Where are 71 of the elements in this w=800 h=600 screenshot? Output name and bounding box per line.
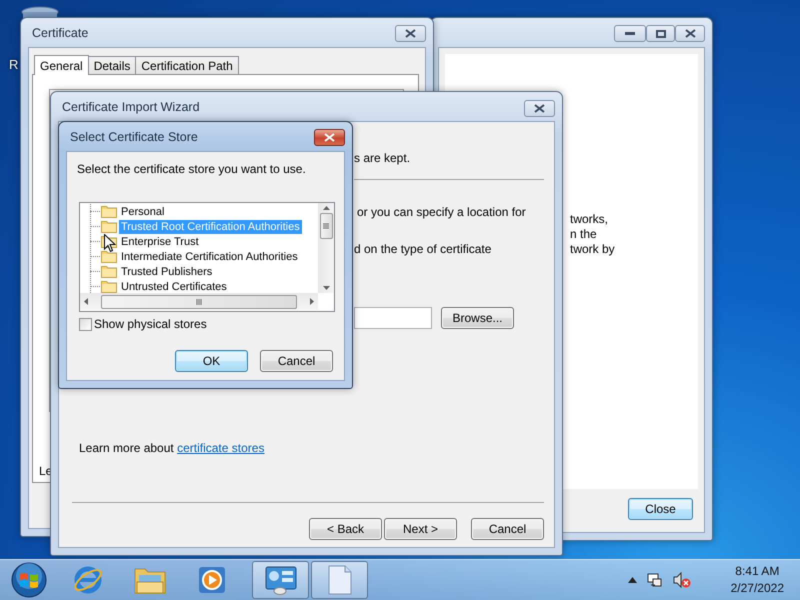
folder-icon [101,280,117,293]
learn-more-text: Learn more about certificate stores [79,441,266,455]
grip-icon [323,222,329,230]
checkbox[interactable] [79,318,92,330]
close-button[interactable] [395,25,426,42]
folder-icon [101,220,117,233]
input-field[interactable] [354,307,432,329]
tab[interactable]: Certification Path [135,56,239,74]
checkbox-label: Show physical stores [94,317,207,331]
browser-icon [73,565,103,595]
certificate-stores-link[interactable]: certificate stores [177,441,264,455]
body-text: or you can specify a location for [357,205,527,219]
store-item[interactable]: Trusted Publishers [119,264,214,278]
store-item[interactable]: Untrusted Certificates [119,280,229,293]
start-orb-icon [11,562,47,598]
taskbar-button[interactable] [252,561,309,599]
show-hidden-icons-icon[interactable] [628,577,637,583]
store-item[interactable]: Personal [119,204,166,218]
scroll-up-icon[interactable] [322,206,330,210]
minimize-icon [625,32,635,36]
close-icon [324,133,335,142]
dialog-title: Select Certificate Store [69,130,198,144]
tab[interactable]: General [34,55,89,75]
vertical-scrollbar[interactable] [318,203,334,293]
store-item[interactable]: Intermediate Certification Authorities [119,250,300,264]
browse-button[interactable]: Browse... [441,307,514,329]
muted-speaker-icon[interactable] [672,572,691,588]
scroll-thumb[interactable] [320,213,332,239]
clock[interactable]: 8:41 AM 2/27/2022 [730,563,784,597]
body-text: tworks, [570,212,610,227]
close-button[interactable] [675,25,705,42]
cancel-button[interactable]: Cancel [471,518,544,540]
window-title: Certificate [31,26,88,40]
minimize-button[interactable] [614,25,646,42]
scroll-left-icon[interactable] [84,298,88,305]
body-text: d on the type of certificate [354,242,492,256]
scroll-right-icon[interactable] [310,298,314,305]
tab[interactable]: Details [88,56,136,74]
network-icon[interactable] [646,572,663,588]
close-button[interactable]: Close [628,498,693,520]
media-player-icon [198,566,226,594]
instruction-text: Select the certificate store you want to use. [77,162,307,176]
clock-time: 8:41 AM [735,563,780,580]
document-icon [326,565,352,595]
desktop-icon-label[interactable]: R [9,57,18,72]
control-panel-icon [264,565,298,595]
window-title: Certificate Import Wizard [61,100,200,114]
grip-icon [196,298,202,304]
close-button[interactable] [524,100,555,117]
ok-button[interactable]: OK [175,350,248,372]
close-button[interactable] [314,129,345,146]
close-icon [534,104,545,113]
body-text: twork by [570,242,616,257]
horizontal-scrollbar[interactable] [80,293,318,310]
folder-icon [101,250,117,263]
store-item[interactable]: Enterprise Trust [119,234,201,248]
folder-icon [101,265,117,278]
maximize-icon [656,30,666,38]
clock-date: 2/27/2022 [730,580,784,597]
body-text: n the [570,227,598,242]
maximize-button[interactable] [646,25,675,42]
close-icon [405,29,416,38]
scroll-down-icon[interactable] [322,286,330,290]
cancel-button[interactable]: Cancel [260,350,333,372]
back-button[interactable]: < Back [309,518,382,540]
body-text: s are kept. [354,151,412,165]
taskbar-button[interactable] [311,561,368,599]
scroll-thumb[interactable] [101,294,297,308]
close-icon [684,29,696,38]
folder-icon [101,205,117,218]
next-button[interactable]: Next > [384,518,457,540]
